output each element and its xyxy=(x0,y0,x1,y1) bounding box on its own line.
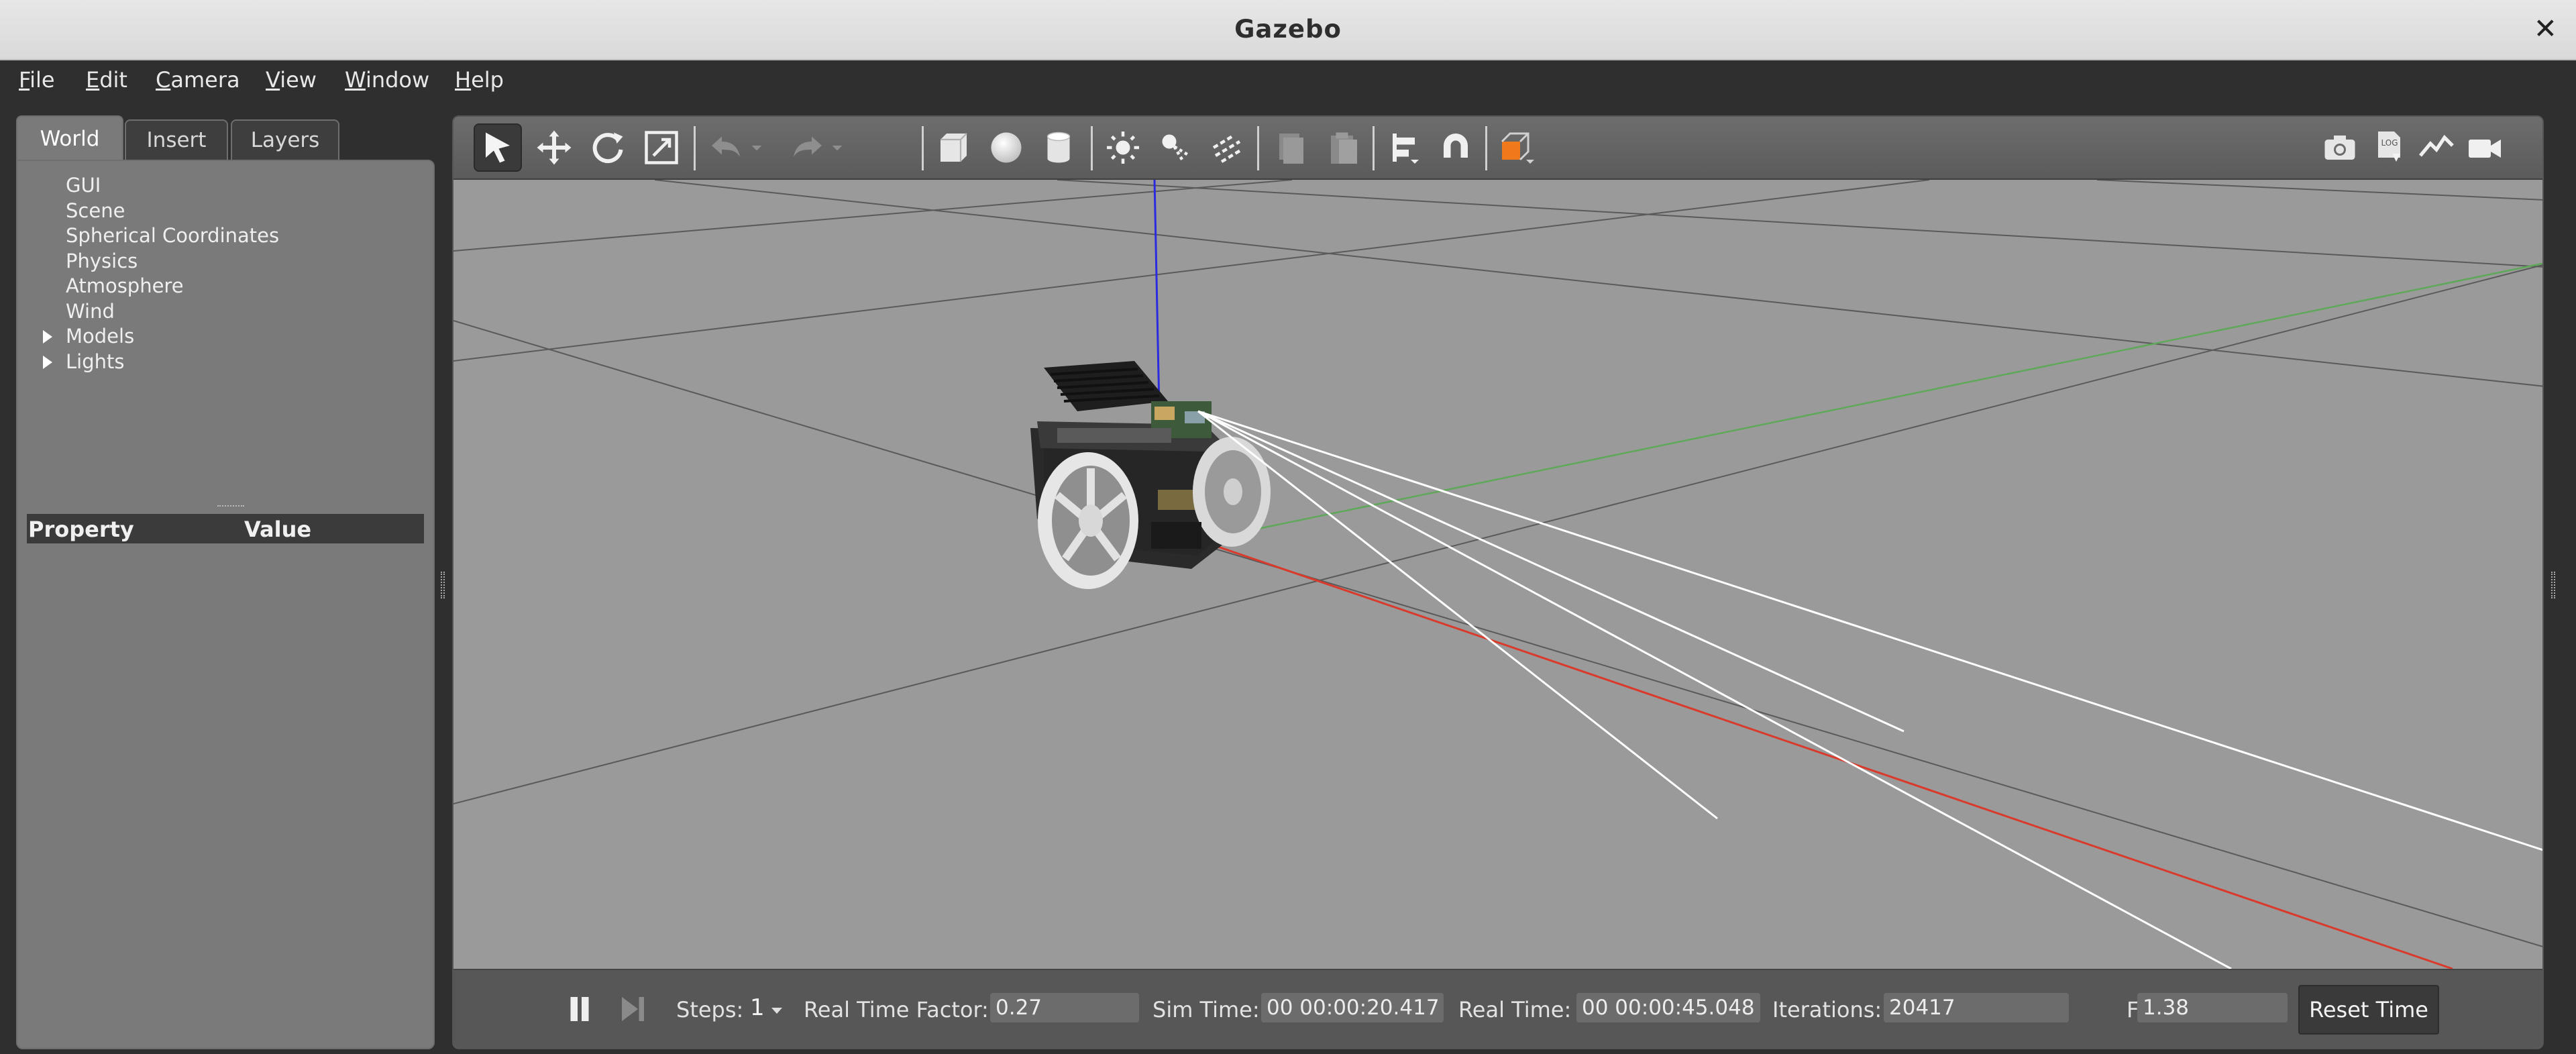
toolbar-separator xyxy=(1091,126,1093,170)
iterations-label: Iterations: xyxy=(1772,997,1882,1022)
menu-bar: File Edit Camera View Window Help xyxy=(0,62,2576,101)
menu-file[interactable]: File xyxy=(19,67,55,93)
expand-arrow-icon[interactable] xyxy=(43,355,52,369)
world-tree: GUI Scene Spherical Coordinates Physics … xyxy=(17,173,433,374)
sim-time-value: 00 00:00:20.417 xyxy=(1261,993,1444,1022)
pause-icon[interactable] xyxy=(555,985,604,1033)
left-panel: World Insert Layers GUI Scene Spherical … xyxy=(16,115,435,1049)
steps-dropdown-icon[interactable] xyxy=(771,1008,782,1014)
toolbar-separator xyxy=(1257,126,1259,170)
tab-world[interactable]: World xyxy=(16,115,123,161)
select-arrow-icon[interactable] xyxy=(474,123,522,172)
tree-item-scene[interactable]: Scene xyxy=(17,199,433,224)
toolbar: LOG xyxy=(453,117,2542,180)
log-icon[interactable]: LOG xyxy=(2364,123,2412,172)
sphere-icon[interactable] xyxy=(982,123,1030,172)
real-time-value: 00 00:00:45.048 xyxy=(1576,993,1760,1022)
tree-item-spherical-coordinates[interactable]: Spherical Coordinates xyxy=(17,223,433,249)
tree-item-physics[interactable]: Physics xyxy=(17,249,433,274)
left-panel-tabs: World Insert Layers xyxy=(16,115,435,161)
toolbar-separator xyxy=(694,126,696,170)
toolbar-separator xyxy=(1373,126,1375,170)
menu-camera[interactable]: Camera xyxy=(156,67,240,93)
reset-time-button[interactable]: Reset Time xyxy=(2298,985,2439,1035)
menu-help[interactable]: Help xyxy=(455,67,504,93)
scene-viewport[interactable] xyxy=(453,179,2544,970)
scene-canvas[interactable] xyxy=(453,179,2544,970)
spot-light-icon[interactable] xyxy=(1151,123,1199,172)
real-time-label: Real Time: xyxy=(1458,997,1572,1022)
window-titlebar: Gazebo ✕ xyxy=(0,0,2576,60)
tree-item-atmosphere[interactable]: Atmosphere xyxy=(17,274,433,299)
plot-icon[interactable] xyxy=(2412,123,2461,172)
paste-icon[interactable] xyxy=(1319,123,1367,172)
scale-icon[interactable] xyxy=(637,123,686,172)
toolbar-separator xyxy=(922,126,924,170)
tab-insert[interactable]: Insert xyxy=(125,119,228,160)
redo-dropdown-icon[interactable] xyxy=(824,123,851,172)
iterations-value: 20417 xyxy=(1884,993,2069,1022)
property-column-header: Property xyxy=(28,517,134,542)
tree-item-wind[interactable]: Wind xyxy=(17,299,433,325)
step-icon[interactable] xyxy=(608,985,656,1033)
property-table-header: Property Value xyxy=(27,514,424,543)
rear-wheel xyxy=(1193,437,1271,547)
steps-label: Steps: xyxy=(676,997,744,1022)
real-time-factor-value: 0.27 xyxy=(990,993,1139,1022)
tab-layers[interactable]: Layers xyxy=(231,119,339,160)
left-panel-resize-handle[interactable] xyxy=(441,572,445,598)
steps-value[interactable]: 1 xyxy=(750,994,765,1021)
cylinder-icon[interactable] xyxy=(1034,123,1083,172)
window-title: Gazebo xyxy=(1234,15,1342,44)
svg-text:LOG: LOG xyxy=(2381,138,2398,148)
screenshot-camera-icon[interactable] xyxy=(2316,123,2364,172)
menu-view[interactable]: View xyxy=(266,67,317,93)
panel-splitter-handle[interactable] xyxy=(217,505,244,508)
box-icon[interactable] xyxy=(928,123,977,172)
tree-item-models[interactable]: Models xyxy=(17,324,433,350)
fps-value: 1.38 xyxy=(2137,993,2288,1022)
view-angle-icon[interactable] xyxy=(1492,123,1540,172)
video-record-icon[interactable] xyxy=(2461,123,2509,172)
copy-icon[interactable] xyxy=(1265,123,1313,172)
point-light-icon[interactable] xyxy=(1099,123,1147,172)
right-panel-resize-handle[interactable] xyxy=(2551,572,2555,598)
expand-arrow-icon[interactable] xyxy=(43,330,52,344)
toolbar-separator xyxy=(1485,126,1487,170)
snap-magnet-icon[interactable] xyxy=(1432,123,1480,172)
translate-icon[interactable] xyxy=(530,123,578,172)
menu-window[interactable]: Window xyxy=(345,67,429,93)
sim-time-label: Sim Time: xyxy=(1152,997,1260,1022)
value-column-header: Value xyxy=(244,517,312,542)
tree-item-lights[interactable]: Lights xyxy=(17,350,433,375)
simulation-status-bar: Steps: 1 Real Time Factor: 0.27 Sim Time… xyxy=(453,969,2542,1048)
tree-item-gui[interactable]: GUI xyxy=(17,173,433,199)
real-time-factor-label: Real Time Factor: xyxy=(804,997,989,1022)
world-tree-panel: GUI Scene Spherical Coordinates Physics … xyxy=(16,160,435,1049)
menu-edit[interactable]: Edit xyxy=(86,67,127,93)
render-area: LOG Steps: 1 Real Time Factor: 0.27 Sim … xyxy=(452,115,2544,1049)
rotate-icon[interactable] xyxy=(584,123,632,172)
undo-dropdown-icon[interactable] xyxy=(743,123,770,172)
close-icon[interactable]: ✕ xyxy=(2534,12,2557,45)
align-icon[interactable] xyxy=(1381,123,1429,172)
directional-light-icon[interactable] xyxy=(1203,123,1252,172)
front-wheel xyxy=(1038,452,1138,589)
